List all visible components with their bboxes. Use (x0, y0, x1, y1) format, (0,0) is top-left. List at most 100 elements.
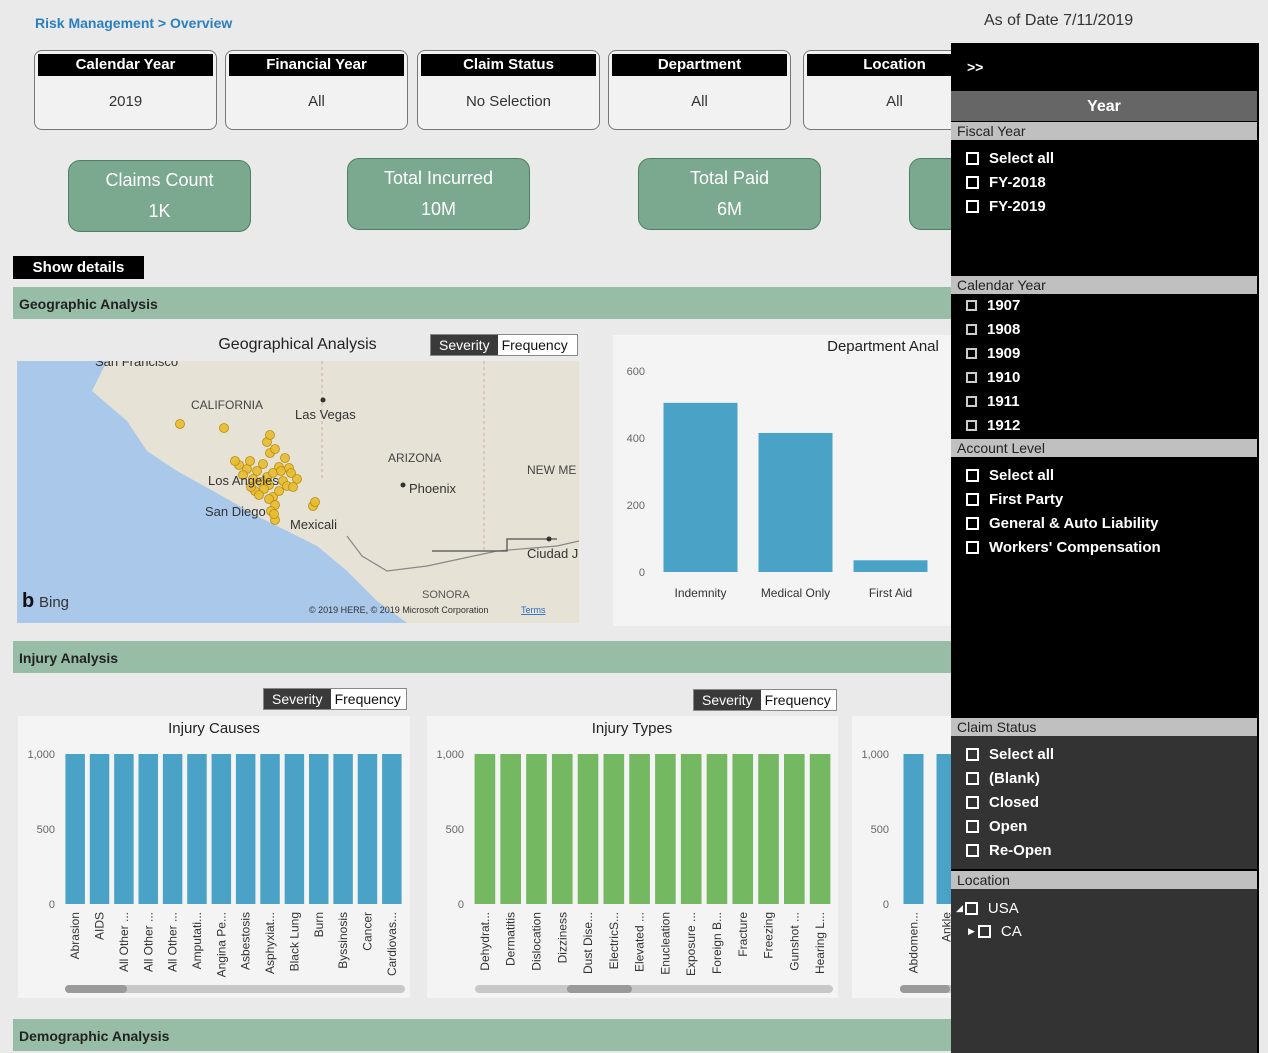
filter-pane[interactable]: >> Year Fiscal Year Select all FY-2018 F… (951, 43, 1259, 1053)
checkbox-icon[interactable] (966, 772, 979, 785)
checkbox-icon[interactable] (966, 420, 977, 431)
scrollbar-thumb[interactable] (567, 985, 632, 993)
checkbox-icon[interactable] (966, 200, 979, 213)
x-tick-label: Dermatitis (504, 912, 518, 966)
geographic-map[interactable]: San Francisco CALIFORNIA Las Vegas ARIZO… (17, 361, 579, 623)
collapse-caret-icon[interactable]: ◢ (956, 903, 963, 914)
claim-status-option[interactable]: Closed (966, 794, 1039, 811)
location-header: Location (951, 871, 1257, 889)
claim-status-option[interactable]: Re-Open (966, 842, 1052, 859)
bar (309, 754, 329, 904)
checkbox-icon[interactable] (966, 844, 979, 857)
checkbox-icon[interactable] (964, 902, 978, 915)
kpi-total-paid[interactable]: Total Paid 6M (638, 158, 821, 230)
checkbox-icon[interactable] (966, 469, 979, 482)
option-label: Workers' Compensation (989, 539, 1161, 556)
slicer-value[interactable]: 2019 (35, 93, 216, 110)
frequency-toggle-button[interactable]: Frequency (497, 335, 572, 355)
kpi-claims-count[interactable]: Claims Count 1K (68, 160, 251, 232)
slicer-department[interactable]: Department All (608, 50, 791, 130)
calendar-year-option[interactable]: 1911 (966, 393, 1020, 410)
calendar-year-option[interactable]: 1907 (966, 297, 1020, 314)
checkbox-icon[interactable] (966, 176, 979, 189)
kpi-value: 6M (716, 199, 742, 219)
as-of-date: As of Date 7/11/2019 (984, 12, 1134, 29)
slicer-title: Claim Status (421, 54, 596, 76)
frequency-toggle-button[interactable]: Frequency (330, 689, 405, 709)
horizontal-scrollbar[interactable] (475, 985, 833, 993)
y-tick-label: 500 (871, 824, 889, 836)
calendar-year-option[interactable]: 1912 (966, 417, 1020, 434)
checkbox-icon[interactable] (966, 372, 977, 383)
location-option-ca[interactable]: ▶ CA (968, 923, 1022, 940)
calendar-year-option[interactable]: 1908 (966, 321, 1020, 338)
location-option-usa[interactable]: ◢ USA (956, 900, 1019, 917)
slicer-calendar-year[interactable]: Calendar Year 2019 (34, 50, 217, 130)
bar (551, 754, 573, 904)
map-terms-link[interactable]: Terms (521, 605, 546, 615)
severity-toggle-button[interactable]: Severity (264, 689, 331, 709)
bar (603, 754, 625, 904)
kpi-total-incurred[interactable]: Total Incurred 10M (347, 158, 530, 230)
account-level-option[interactable]: First Party (966, 491, 1063, 508)
injury-causes-toggle[interactable]: Severity Frequency (263, 688, 407, 710)
account-level-option[interactable]: Workers' Compensation (966, 539, 1161, 556)
option-label: 1908 (987, 321, 1021, 338)
checkbox-icon[interactable] (977, 925, 991, 938)
checkbox-icon[interactable] (966, 493, 979, 506)
scrollbar-thumb[interactable] (900, 985, 950, 993)
checkbox-icon[interactable] (966, 796, 979, 809)
slicer-claim-status[interactable]: Claim Status No Selection (417, 50, 600, 130)
claim-status-option[interactable]: Select all (966, 746, 1054, 763)
claim-status-option[interactable]: Open (966, 818, 1027, 835)
geo-toggle[interactable]: Severity Frequency (430, 334, 578, 356)
calendar-year-option[interactable]: 1909 (966, 345, 1020, 362)
y-tick-label: 500 (446, 824, 464, 836)
x-tick-label: Dust Dise... (581, 912, 595, 974)
injury-types-panel[interactable]: Injury Types 0 500 1,000 Dehydrat... Dermatit… (427, 716, 838, 998)
fiscal-year-option[interactable]: FY-2019 (966, 198, 1046, 215)
body-part-panel[interactable]: 0 500 1,000 Abdomen... Ankle (852, 716, 951, 998)
severity-toggle-button[interactable]: Severity (694, 690, 761, 710)
injury-types-toggle[interactable]: Severity Frequency (693, 689, 837, 711)
checkbox-icon[interactable] (966, 348, 977, 359)
show-details-button[interactable]: Show details (13, 256, 144, 279)
checkbox-icon[interactable] (966, 324, 977, 335)
breadcrumb[interactable]: Risk Management > Overview (35, 15, 232, 31)
bar (89, 754, 110, 904)
scrollbar-thumb[interactable] (65, 985, 127, 993)
checkbox-icon[interactable] (966, 748, 979, 761)
option-label: FY-2018 (989, 174, 1046, 191)
checkbox-icon[interactable] (966, 820, 979, 833)
frequency-toggle-button[interactable]: Frequency (760, 690, 835, 710)
checkbox-icon[interactable] (966, 541, 979, 554)
slicer-value[interactable]: All (609, 93, 790, 110)
account-level-option[interactable]: Select all (966, 467, 1054, 484)
severity-toggle-button[interactable]: Severity (431, 335, 498, 355)
bar (732, 754, 754, 904)
checkbox-icon[interactable] (966, 396, 977, 407)
expand-pane-button[interactable]: >> (967, 59, 983, 75)
expand-caret-icon[interactable]: ▶ (968, 926, 975, 937)
account-level-option[interactable]: General & Auto Liability (966, 515, 1158, 532)
geo-chart-title: Geographical Analysis (218, 336, 377, 353)
bar (784, 754, 805, 904)
checkbox-icon[interactable] (966, 152, 979, 165)
checkbox-icon[interactable] (966, 517, 979, 530)
claim-status-option[interactable]: (Blank) (966, 770, 1040, 787)
x-tick-label: Dislocation (529, 912, 543, 971)
x-tick-label: Medical Only (761, 586, 830, 600)
injury-causes-panel[interactable]: Injury Causes 0 500 1,000 Abrasion AIDS All Ot… (18, 716, 410, 998)
slicer-value[interactable]: All (226, 93, 407, 110)
x-tick-label: ElectricS... (607, 912, 621, 969)
slicer-financial-year[interactable]: Financial Year All (225, 50, 408, 130)
checkbox-icon[interactable] (966, 300, 977, 311)
fiscal-year-option[interactable]: FY-2018 (966, 174, 1046, 191)
calendar-year-option[interactable]: 1910 (966, 369, 1020, 386)
x-tick-label: Abrasion (68, 912, 82, 959)
department-chart-panel[interactable]: Department Anal 0 200 400 600 Indemnity Medica… (613, 335, 951, 626)
fiscal-year-option[interactable]: Select all (966, 150, 1054, 167)
bar (333, 754, 353, 904)
slicer-value[interactable]: No Selection (418, 93, 599, 110)
kpi-value: 10M (420, 199, 456, 219)
